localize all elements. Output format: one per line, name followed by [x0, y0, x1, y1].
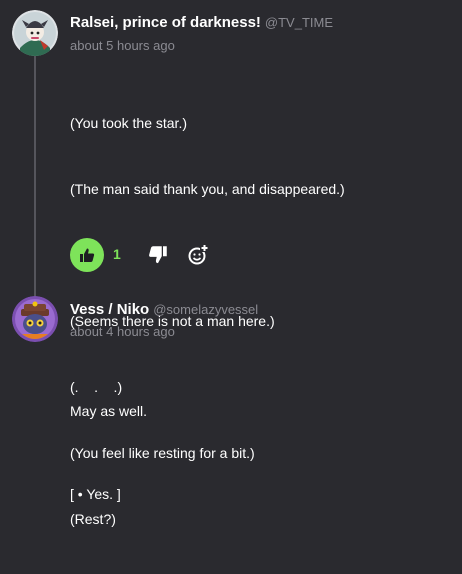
author-handle[interactable]: @somelazyvessel — [153, 302, 258, 317]
dislike-button[interactable] — [148, 245, 168, 265]
thumbs-down-icon — [149, 246, 167, 264]
post-line: (You took the star.) — [70, 115, 187, 131]
author-name[interactable]: Ralsei, prince of darkness! — [70, 14, 261, 31]
post-line: [ • Yes. ] — [70, 486, 121, 502]
post-line: May as well. — [70, 403, 148, 419]
add-reaction-button[interactable] — [187, 244, 209, 266]
author-name[interactable]: Vess / Niko — [70, 301, 149, 318]
post-timestamp[interactable]: about 5 hours ago — [70, 38, 175, 53]
avatar[interactable] — [12, 10, 58, 56]
avatar[interactable] — [12, 296, 58, 342]
post-body: May as well. [ • Yes. ] — [70, 356, 147, 549]
post-line: (The man said thank you, and disappeared… — [70, 181, 345, 197]
add-reaction-icon — [188, 244, 209, 265]
author-handle[interactable]: @TV_TIME — [265, 15, 333, 30]
like-count: 1 — [113, 246, 121, 262]
post-timestamp[interactable]: about 4 hours ago — [70, 324, 175, 339]
like-button[interactable] — [70, 238, 104, 272]
thumbs-up-icon — [80, 248, 95, 262]
thread-connector-line — [34, 56, 36, 296]
post-author[interactable]: Ralsei, prince of darkness! @TV_TIME — [70, 14, 333, 31]
post-author[interactable]: Vess / Niko @somelazyvessel — [70, 301, 258, 318]
